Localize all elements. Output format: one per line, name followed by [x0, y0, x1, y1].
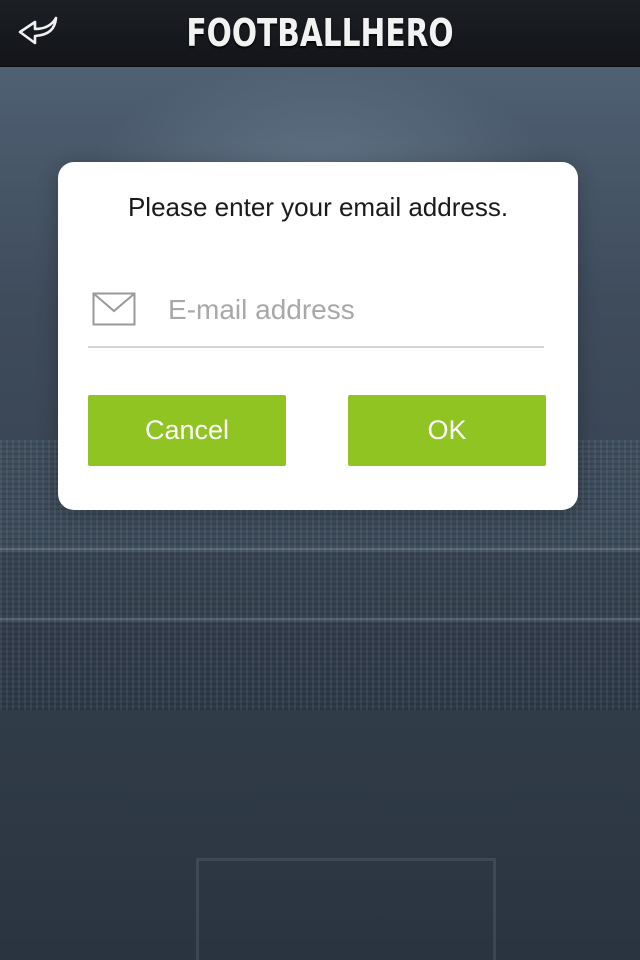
goal-outline — [196, 858, 496, 960]
ok-button[interactable]: OK — [348, 395, 546, 466]
cancel-button[interactable]: Cancel — [88, 395, 286, 466]
dialog-prompt: Please enter your email address. — [127, 192, 509, 222]
email-field[interactable] — [88, 280, 544, 348]
app-title: FOOTBALLHERO — [186, 11, 454, 55]
back-arrow-icon — [18, 16, 58, 45]
back-button[interactable] — [10, 10, 66, 56]
email-dialog: Please enter your email address. Cancel … — [58, 162, 578, 510]
stand-middle — [0, 550, 640, 620]
top-navigation-bar: FOOTBALLHERO — [0, 0, 640, 67]
stand-lower — [0, 620, 640, 710]
envelope-icon — [92, 292, 136, 326]
email-input[interactable] — [168, 286, 538, 334]
